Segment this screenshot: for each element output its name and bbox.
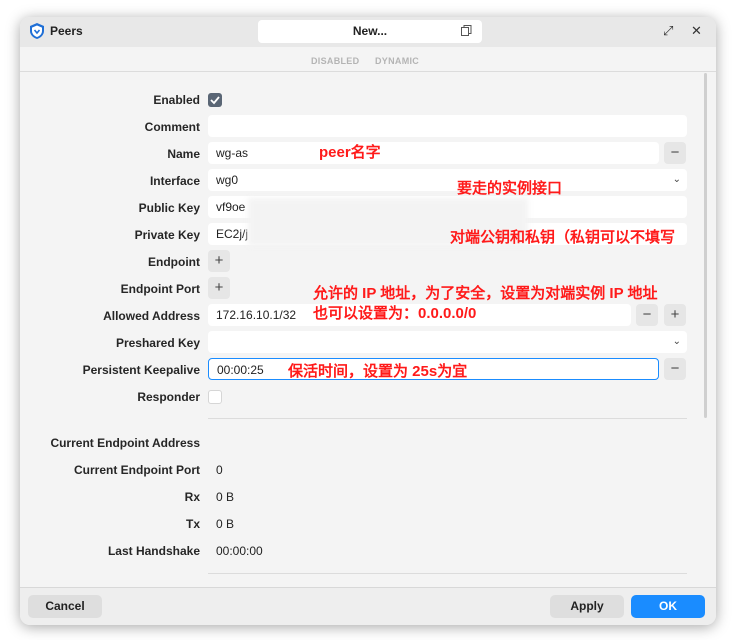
public-key-label: Public Key [138, 201, 200, 215]
checkmark-icon [210, 96, 220, 105]
ok-button[interactable]: OK [631, 595, 705, 618]
endpoint-port-add-button[interactable]: + [208, 277, 230, 299]
allowed-address-add-button[interactable]: + [664, 304, 686, 326]
status-disabled: DISABLED [311, 56, 360, 66]
endpoint-label: Endpoint [148, 255, 200, 269]
close-icon[interactable]: ✕ [691, 23, 702, 39]
peer-name-title-field[interactable]: New... [258, 20, 482, 43]
endpoint-add-button[interactable]: + [208, 250, 230, 272]
comment-label: Comment [144, 120, 200, 134]
allowed-address-annotation: 允许的 IP 地址，为了安全，设置为对端实例 IP 地址 [313, 285, 658, 302]
rx-value: 0 B [216, 490, 235, 504]
status-dynamic: DYNAMIC [375, 56, 420, 66]
enabled-label: Enabled [153, 93, 200, 107]
private-key-label: Private Key [134, 228, 200, 242]
divider [208, 418, 687, 419]
rx-label: Rx [184, 490, 200, 504]
chevron-down-icon: ⌄ [672, 336, 681, 347]
name-input[interactable]: wg-as [208, 142, 659, 164]
divider [208, 573, 687, 574]
current-endpoint-port-label: Current Endpoint Port [74, 463, 200, 477]
comment-input[interactable] [208, 115, 687, 137]
restore-icon[interactable]: ⤢ [663, 23, 673, 39]
preshared-key-label: Preshared Key [115, 336, 200, 350]
last-handshake-value: 00:00:00 [216, 544, 263, 558]
enabled-checkbox[interactable] [208, 93, 222, 107]
dialog-footer: Cancel Apply OK [20, 587, 716, 625]
name-label: Name [167, 147, 200, 161]
current-endpoint-address-label: Current Endpoint Address [50, 436, 200, 450]
keepalive-remove-button[interactable]: − [664, 358, 686, 380]
window-title: Peers [50, 24, 83, 38]
preshared-key-select[interactable]: ⌄ [208, 331, 687, 353]
apply-button[interactable]: Apply [550, 595, 624, 618]
winbox-shield-icon [30, 23, 44, 39]
allowed-address-remove-button[interactable]: − [636, 304, 658, 326]
current-endpoint-port-value: 0 [216, 463, 223, 477]
last-handshake-label: Last Handshake [107, 544, 200, 558]
keepalive-annotation: 保活时间，设置为 25s为宜 [288, 363, 468, 380]
interface-value: wg0 [216, 173, 239, 187]
title-bar: Peers New... ⤢ ✕ [20, 17, 716, 47]
copy-icon[interactable] [461, 25, 472, 36]
allowed-address-label: Allowed Address [103, 309, 200, 323]
status-bar: DISABLED DYNAMIC [20, 47, 716, 72]
cancel-button[interactable]: Cancel [28, 595, 102, 618]
endpoint-port-label: Endpoint Port [120, 282, 200, 296]
chevron-down-icon: ⌄ [672, 174, 681, 185]
persistent-keepalive-label: Persistent Keepalive [82, 363, 200, 377]
name-remove-button[interactable]: − [664, 142, 686, 164]
interface-annotation: 要走的实例接口 [457, 180, 563, 197]
peers-dialog: Peers New... ⤢ ✕ DISABLED DYNAMIC Enable… [20, 17, 716, 625]
name-annotation: peer名字 [319, 144, 381, 161]
allowed-address-annotation-alt: 也可以设置为：0.0.0.0/0 [313, 305, 477, 322]
scrollbar[interactable] [704, 73, 707, 418]
interface-select[interactable]: wg0 ⌄ [208, 169, 687, 191]
responder-checkbox[interactable] [208, 390, 222, 404]
tx-label: Tx [185, 517, 200, 531]
tx-value: 0 B [216, 517, 235, 531]
responder-label: Responder [137, 390, 200, 404]
keys-annotation: 对端公钥和私钥（私钥可以不填写 [450, 229, 676, 246]
interface-label: Interface [149, 174, 200, 188]
